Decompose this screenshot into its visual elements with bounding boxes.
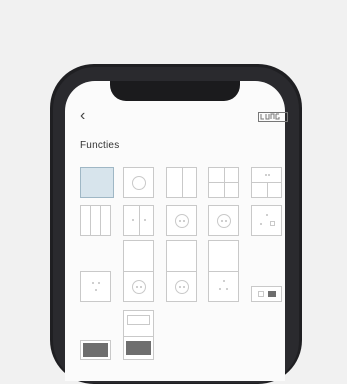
pin — [92, 282, 94, 284]
label-dot — [265, 174, 267, 176]
socket-icon — [132, 280, 146, 294]
tile-dimmer-small[interactable] — [251, 286, 282, 302]
divider — [167, 271, 196, 272]
divider — [209, 271, 238, 272]
divider — [139, 206, 140, 235]
tile-three-rocker[interactable] — [80, 205, 111, 236]
pin — [225, 220, 227, 222]
socket-icon — [217, 214, 231, 228]
dark-module — [83, 343, 108, 357]
tile-socket-outlet[interactable] — [166, 205, 197, 236]
dimmer-module — [268, 291, 276, 297]
tile-blank-frame[interactable] — [80, 167, 114, 198]
label-dot — [268, 174, 270, 176]
pin — [136, 286, 138, 288]
arrow-dot — [144, 219, 146, 221]
tile-tall-socket-1[interactable] — [123, 240, 154, 302]
pin — [95, 289, 97, 291]
tile-tall-socket-2[interactable] — [166, 240, 197, 302]
usb-dot — [226, 288, 228, 290]
pin — [183, 286, 185, 288]
tile-four-rocker-arrows[interactable] — [123, 205, 154, 236]
module-window — [127, 315, 150, 325]
dimmer-window — [258, 291, 264, 297]
socket-icon — [175, 214, 189, 228]
divider — [182, 168, 183, 197]
pin — [140, 286, 142, 288]
phone-notch — [110, 81, 240, 101]
socket-icon — [175, 280, 189, 294]
tile-split-rocker-label[interactable] — [251, 167, 282, 198]
pin — [221, 220, 223, 222]
back-icon[interactable]: ‹ — [80, 108, 85, 124]
divider — [124, 336, 153, 337]
tile-socket-usb[interactable] — [251, 205, 282, 236]
divider — [100, 206, 101, 235]
page-title: Functies — [80, 140, 120, 151]
pin — [179, 286, 181, 288]
usb-port — [270, 221, 275, 226]
pin — [179, 220, 181, 222]
tile-socket-outlet-small[interactable] — [80, 271, 111, 302]
tile-two-rocker[interactable] — [166, 167, 197, 198]
divider — [90, 206, 91, 235]
divider — [124, 271, 153, 272]
pin — [183, 220, 185, 222]
tile-round-switch[interactable] — [123, 167, 154, 198]
arrow-dot — [132, 219, 134, 221]
tile-four-rocker[interactable] — [208, 167, 239, 198]
divider — [267, 182, 268, 197]
usb-dot — [223, 280, 225, 282]
tile-tall-socket-usb[interactable] — [208, 240, 239, 302]
round-icon — [132, 176, 146, 190]
pin — [98, 282, 100, 284]
tile-dark-module-1[interactable] — [80, 340, 111, 360]
tile-socket-outlet-alt[interactable] — [208, 205, 239, 236]
usb-dot — [266, 214, 268, 216]
usb-dot — [219, 288, 221, 290]
divider — [209, 182, 238, 183]
usb-dot — [260, 223, 262, 225]
jung-logo — [258, 112, 288, 122]
